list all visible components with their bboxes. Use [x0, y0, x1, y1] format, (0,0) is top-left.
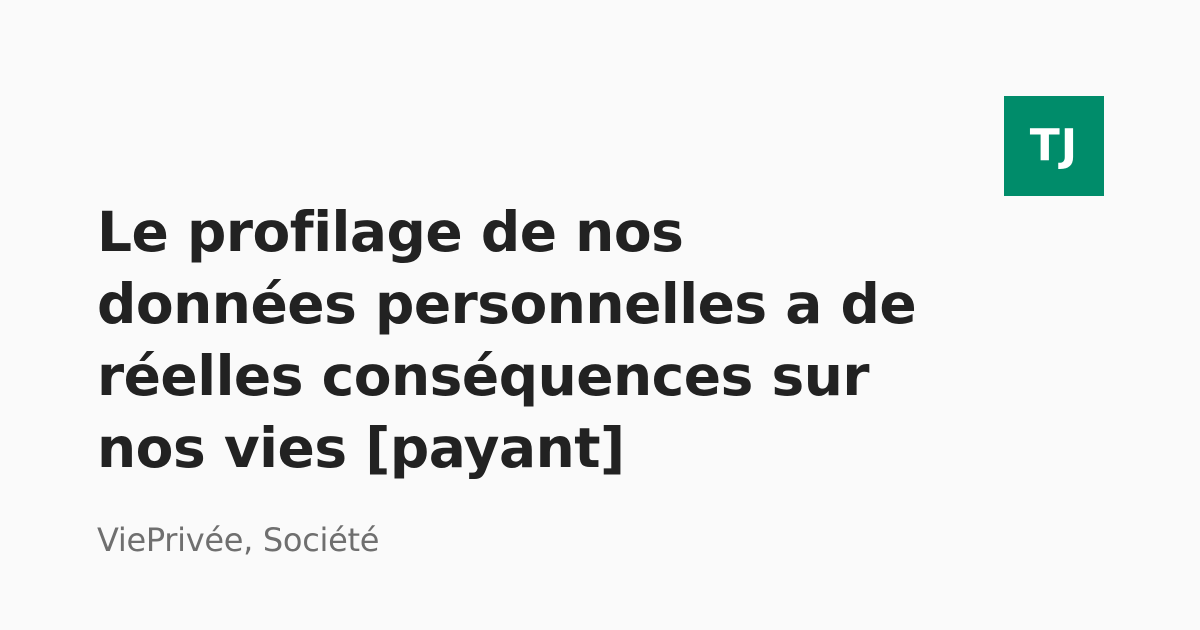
article-tags: ViePrivée, Société — [97, 521, 380, 559]
article-card: TJ Le profilage de nos données personnel… — [0, 0, 1200, 630]
site-logo[interactable]: TJ — [1004, 96, 1104, 196]
logo-text: TJ — [1029, 120, 1079, 171]
article-title: Le profilage de nos données personnelles… — [97, 200, 917, 480]
